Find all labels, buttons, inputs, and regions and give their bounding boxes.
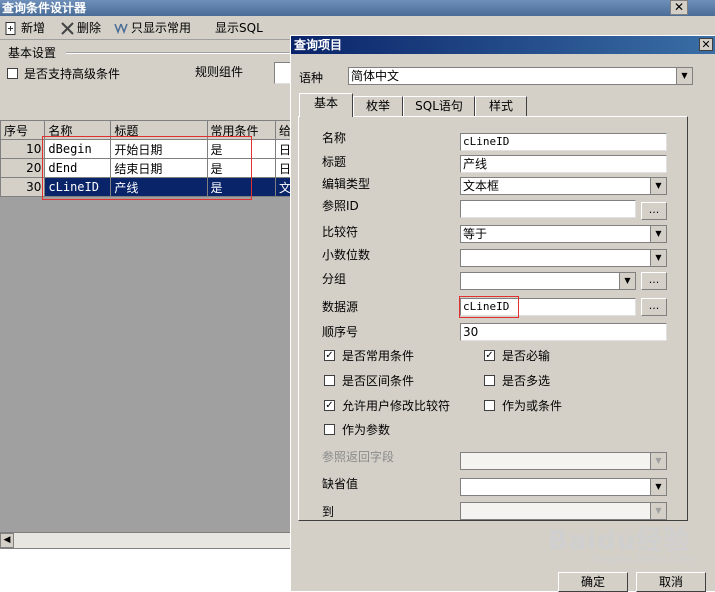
filter-icon [114,22,128,36]
datasource-label: 数据源 [322,300,359,314]
show-sql-button[interactable]: 显示SQL [215,20,263,36]
advanced-condition-checkbox[interactable] [7,68,18,79]
advanced-condition-label: 是否支持高级条件 [24,67,121,81]
comparator-select[interactable]: 等于 ▼ [460,225,667,243]
tab-style[interactable]: 样式 [475,96,527,116]
ref-id-label: 参照ID [322,199,359,213]
cell-seq: 10 [0,139,46,159]
language-label: 语种 [299,71,324,85]
new-icon [4,21,18,36]
allow-modify-comparator-label: 允许用户修改比较符 [342,399,451,413]
chevron-down-icon[interactable]: ▼ [650,178,666,194]
common-condition-label: 是否常用条件 [342,349,415,363]
horizontal-scrollbar[interactable]: ◀ [0,532,295,548]
group-browse-button[interactable]: ... [641,272,667,290]
check-icon: ✓ [325,400,334,411]
show-sql-label: 显示SQL [215,21,263,35]
comparator-value: 等于 [463,227,488,241]
basic-settings-panel: 基本设置 是否支持高级条件 规则组件 [0,40,296,120]
edit-type-value: 文本框 [463,179,500,193]
allow-modify-comparator-checkbox[interactable]: ✓ [324,400,335,411]
decimals-label: 小数位数 [322,248,371,262]
delete-button[interactable]: 删除 [60,20,101,36]
ref-id-field[interactable] [460,200,636,218]
show-common-label: 只显示常用 [131,21,192,35]
ref-return-field-label: 参照返回字段 [322,450,395,464]
range-condition-label: 是否区间条件 [342,374,415,388]
title-field[interactable]: 产线 [460,155,667,173]
chevron-down-icon[interactable]: ▼ [650,503,666,519]
required-checkbox[interactable]: ✓ [484,350,495,361]
tab-sql[interactable]: SQL语句 [403,96,475,116]
background-close-button[interactable]: ✕ [670,0,688,15]
condition-grid: 序号 名称 标题 常用条件 给 10 dBegin 开始日期 是 日 20 dE… [0,120,296,532]
group-select[interactable]: ▼ [460,272,636,290]
watermark-url: jingyan.baidu.com [592,552,694,565]
language-select[interactable]: 简体中文 ▼ [348,67,693,85]
dialog-close-button[interactable]: ✕ [699,38,713,51]
new-button[interactable]: 新增 [4,20,45,36]
new-label: 新增 [21,21,46,35]
chevron-down-icon: ▼ [650,453,666,469]
language-value: 简体中文 [351,69,400,83]
cell-seq: 30 [0,177,46,197]
chevron-down-icon[interactable]: ▼ [650,226,666,242]
or-condition-checkbox[interactable] [484,400,495,411]
range-condition-checkbox[interactable] [324,375,335,386]
or-condition-label: 作为或条件 [502,399,563,413]
delete-icon [60,21,74,36]
default-value-select[interactable]: ▼ [460,478,667,496]
group-label: 分组 [322,272,347,286]
name-label: 名称 [322,131,347,145]
chevron-down-icon[interactable]: ▼ [619,273,635,289]
edit-type-select[interactable]: 文本框 ▼ [460,177,667,195]
check-icon: ✓ [325,350,334,361]
ref-return-field-select: ▼ [460,452,667,470]
datasource-browse-button[interactable]: ... [641,298,667,316]
to-select[interactable]: ▼ [460,502,667,520]
rule-component-label: 规则组件 [195,65,244,79]
close-icon: ✕ [701,38,711,51]
scroll-left-arrow-icon[interactable]: ◀ [0,533,14,548]
to-label: 到 [322,505,335,519]
chevron-down-icon[interactable]: ▼ [676,68,692,84]
chevron-down-icon[interactable]: ▼ [650,250,666,266]
common-condition-checkbox[interactable]: ✓ [324,350,335,361]
column-header-seq[interactable]: 序号 [0,120,46,140]
name-field[interactable]: cLineID [460,133,667,151]
cancel-button[interactable]: 取消 [636,572,706,592]
delete-label: 删除 [77,21,102,35]
query-item-dialog: 查询项目 ✕ 语种 简体中文 ▼ 基本 枚举 SQL语句 样式 名称 cLine… [290,35,715,592]
order-field[interactable]: 30 [460,323,667,341]
edit-type-label: 编辑类型 [322,177,371,191]
show-common-button[interactable]: 只显示常用 [114,20,191,36]
tab-basic[interactable]: 基本 [299,93,353,117]
required-label: 是否必输 [502,349,551,363]
datasource-highlight-box [459,296,519,318]
dialog-title: 查询项目 [291,36,715,54]
decimals-select[interactable]: ▼ [460,249,667,267]
background-window-title: 查询条件设计器 [0,0,715,16]
title-label: 标题 [322,155,347,169]
multi-select-checkbox[interactable] [484,375,495,386]
as-parameter-label: 作为参数 [342,423,391,437]
order-label: 顺序号 [322,325,359,339]
ok-button[interactable]: 确定 [558,572,628,592]
basic-settings-header: 基本设置 [8,46,57,60]
bottom-panel [0,548,295,592]
chevron-down-icon[interactable]: ▼ [650,479,666,495]
tab-enum[interactable]: 枚举 [353,96,403,116]
grid-highlight-box [42,136,252,200]
as-parameter-checkbox[interactable] [324,424,335,435]
multi-select-label: 是否多选 [502,374,551,388]
cell-seq: 20 [0,158,46,178]
comparator-label: 比较符 [322,225,359,239]
ref-id-browse-button[interactable]: ... [641,202,667,220]
check-icon: ✓ [485,350,494,361]
settings-divider [66,52,296,54]
default-value-label: 缺省值 [322,477,359,491]
